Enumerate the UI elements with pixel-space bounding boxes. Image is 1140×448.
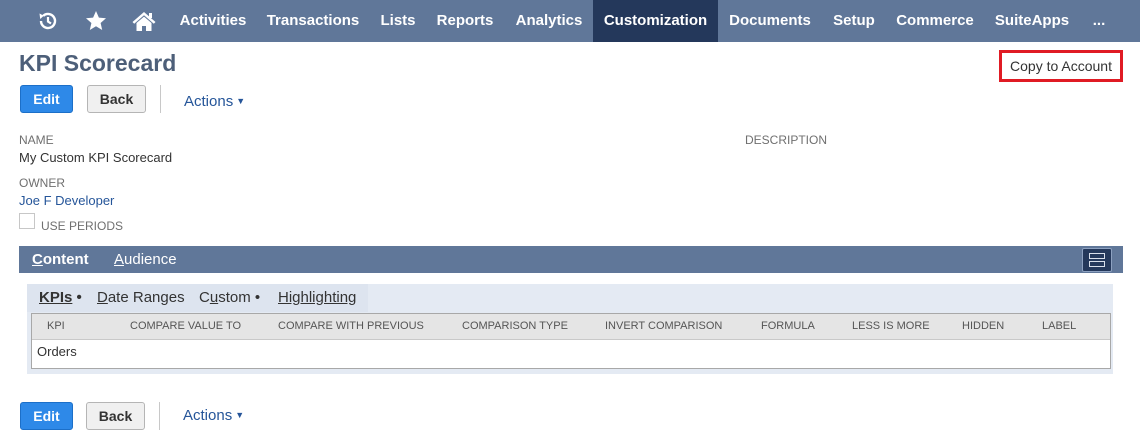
owner-label: OWNER: [19, 176, 65, 190]
layout-icon-bottom: [1089, 261, 1105, 267]
nav-item-documents[interactable]: Documents: [720, 0, 820, 42]
history-icon[interactable]: [30, 0, 66, 42]
subtab-bar: [19, 246, 1123, 273]
actions-menu[interactable]: Actions ▼: [184, 93, 245, 110]
name-value: My Custom KPI Scorecard: [19, 150, 173, 165]
actions-label: Actions: [184, 93, 234, 110]
column-hidden: HIDDEN: [962, 320, 1005, 332]
nav-item-lists[interactable]: Lists: [372, 0, 424, 42]
column-kpi: KPI: [47, 320, 65, 332]
nav-item-more[interactable]: ...: [1084, 0, 1114, 42]
actions-menu-bottom[interactable]: Actions ▼: [183, 407, 244, 424]
layout-icon-top: [1089, 253, 1105, 259]
edit-button-bottom[interactable]: Edit: [20, 402, 73, 430]
subtab-highlighting[interactable]: Highlighting: [278, 289, 356, 306]
column-compare-value-to: COMPARE VALUE TO: [130, 320, 242, 332]
column-comparison-type: COMPARISON TYPE: [462, 320, 568, 332]
back-button-bottom[interactable]: Back: [86, 402, 145, 430]
top-navigation-bar: Activities Transactions Lists Reports An…: [0, 0, 1140, 42]
page-title: KPI Scorecard: [19, 50, 177, 76]
column-less-is-more: LESS IS MORE: [852, 320, 930, 332]
subtab-custom-accesskey: u: [209, 289, 219, 306]
tab-audience-label: udience: [124, 251, 177, 268]
nav-item-setup[interactable]: Setup: [824, 0, 884, 42]
column-invert-comparison: INVERT COMPARISON: [605, 320, 723, 332]
edit-button[interactable]: Edit: [20, 85, 73, 113]
description-label: DESCRIPTION: [745, 133, 828, 147]
use-periods-label: USE PERIODS: [41, 219, 124, 233]
tab-content-accesskey: C: [32, 251, 43, 268]
home-icon[interactable]: [126, 0, 162, 42]
subtab-kpis-label: KPIs: [39, 289, 73, 306]
nav-item-reports[interactable]: Reports: [428, 0, 502, 42]
nav-item-analytics[interactable]: Analytics: [506, 0, 592, 42]
subtab-date-ranges[interactable]: Date Ranges: [97, 289, 185, 306]
nav-item-activities[interactable]: Activities: [170, 0, 256, 42]
use-periods-checkbox[interactable]: [19, 213, 35, 229]
nav-item-suiteapps[interactable]: SuiteApps: [986, 0, 1078, 42]
tab-audience-accesskey: A: [114, 251, 125, 268]
subtab-date-ranges-accesskey: D: [97, 289, 108, 306]
tab-audience[interactable]: Audience: [114, 246, 177, 273]
tab-content[interactable]: Content: [32, 246, 89, 273]
tab-content-label: ontent: [42, 251, 89, 268]
toolbar-divider: [160, 85, 161, 113]
nav-item-customization[interactable]: Customization: [593, 0, 718, 42]
subtab-date-ranges-label: ate Ranges: [107, 289, 185, 306]
column-formula: FORMULA: [761, 320, 815, 332]
nav-item-transactions[interactable]: Transactions: [259, 0, 367, 42]
subtab-kpis-dot: •: [72, 289, 82, 306]
star-icon[interactable]: [78, 0, 114, 42]
subtab-kpis[interactable]: KPIs •: [39, 289, 82, 306]
subtab-custom-label: stom •: [218, 289, 261, 306]
copy-to-account-button[interactable]: Copy to Account: [999, 50, 1123, 82]
column-label: LABEL: [1042, 320, 1077, 332]
name-label: NAME: [19, 133, 54, 147]
caret-down-icon: ▼: [236, 96, 246, 106]
toolbar-divider-bottom: [159, 402, 160, 430]
owner-link[interactable]: Joe F Developer: [19, 193, 114, 208]
actions-label-bottom: Actions: [183, 407, 233, 424]
subtab-custom[interactable]: Custom •: [199, 289, 260, 306]
nav-item-commerce[interactable]: Commerce: [888, 0, 982, 42]
subtab-highlighting-label: Highlighting: [278, 289, 357, 306]
back-button[interactable]: Back: [87, 85, 146, 113]
table-row-kpi-cell[interactable]: Orders: [37, 344, 77, 359]
column-compare-with-previous: COMPARE WITH PREVIOUS: [278, 320, 424, 332]
subtab-custom-lead: C: [199, 289, 210, 306]
caret-down-icon: ▼: [235, 410, 245, 420]
layout-toggle-button[interactable]: [1082, 248, 1112, 272]
